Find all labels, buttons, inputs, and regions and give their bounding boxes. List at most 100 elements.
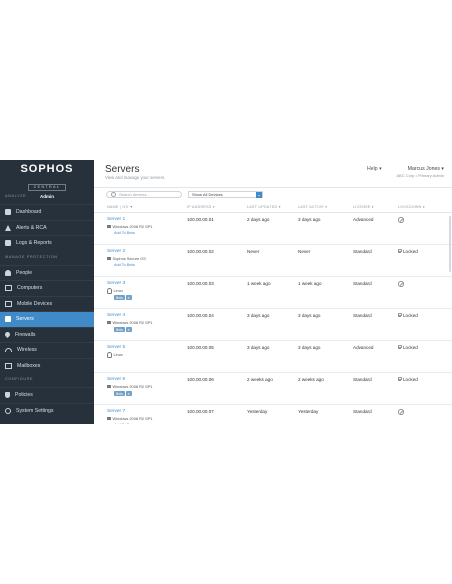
sidebar-item-logs-reports[interactable]: Logs & Reports: [0, 235, 94, 251]
server-os: Linux: [107, 352, 123, 358]
last-active: 2 weeks ago: [298, 377, 324, 382]
ip-address: 100.00.00.03: [187, 281, 214, 286]
scrollbar[interactable]: [449, 216, 451, 272]
beta-tag: Beta ✕: [114, 391, 132, 396]
column-header-license[interactable]: LICENSE ▾: [353, 205, 374, 209]
last-updated: 3 days ago: [247, 345, 270, 350]
chevron-down-icon: [256, 192, 262, 198]
license: Standard: [353, 377, 372, 382]
page-title: Servers: [105, 164, 140, 175]
add-to-beta-link[interactable]: Add To Beta: [114, 263, 135, 267]
close-icon[interactable]: ✕: [125, 295, 132, 300]
server-os: Windows 2008 R2 SP1: [107, 416, 153, 421]
sidebar-item-wireless[interactable]: Wireless: [0, 342, 94, 358]
os-label: Windows 2008 R2 SP1: [112, 224, 153, 229]
sidebar-item-label: Computers: [17, 285, 43, 292]
last-updated: Yesterday: [247, 409, 268, 414]
sidebar-item-label: Wireless: [17, 347, 37, 354]
user-role: ABC Corp • Primary Admin: [396, 173, 444, 178]
not-locked-icon: [398, 217, 404, 223]
sidebar-item-label: Servers: [16, 316, 34, 323]
ip-address: 100.00.00.04: [187, 313, 214, 318]
sidebar-item-servers[interactable]: Servers: [0, 311, 94, 327]
sidebar-item-system-settings[interactable]: System Settings: [0, 402, 94, 419]
server-name-link[interactable]: Server 3: [107, 281, 125, 286]
lockdown-cell: Locked: [398, 345, 418, 350]
lockdown-status: Locked: [403, 249, 418, 254]
sidebar-item-dashboard[interactable]: Dashboard: [0, 204, 94, 220]
sidebar-item-alerts-rca[interactable]: Alerts & RCA: [0, 219, 94, 236]
sidebar-item-label: People: [16, 269, 33, 276]
beta-badge: Beta: [114, 327, 125, 332]
table-row: Server 2 Sophos Secure OS Add To Beta 100.0…: [94, 245, 452, 277]
sidebar-item-mobile-devices[interactable]: Mobile Devices: [0, 295, 94, 312]
server-name-link[interactable]: Server 2: [107, 249, 125, 254]
search-input[interactable]: Search devices...: [106, 191, 182, 198]
table-row: Server 5 Linux 100.00.00.05 3 days ago 3 day…: [94, 341, 452, 373]
page-header: Servers View and manage your servers. He…: [94, 160, 452, 188]
server-os: Windows 2008 R2 SP1: [107, 384, 153, 389]
ip-address: 100.00.00.01: [187, 217, 214, 222]
sidebar-item-label: Mobile Devices: [17, 300, 53, 307]
gear-icon: [5, 407, 11, 414]
last-active: 1 week ago: [298, 281, 322, 286]
os-label: Windows 2008 R2 SP1: [112, 416, 153, 421]
user-menu[interactable]: Marcus Jones ▾: [408, 166, 444, 172]
lockdown-cell: [398, 409, 404, 415]
server-name-link[interactable]: Server 7: [107, 409, 125, 414]
close-icon[interactable]: ✕: [125, 327, 132, 332]
server-name-link[interactable]: Server 6: [107, 377, 125, 382]
last-updated: 3 days ago: [247, 313, 270, 318]
windows-icon: [107, 320, 111, 325]
license: Standard: [353, 281, 372, 286]
sidebar-item-label: Mailboxes: [17, 362, 41, 369]
sidebar-item-computers[interactable]: Computers: [0, 280, 94, 296]
server-name-link[interactable]: Server 5: [107, 345, 125, 350]
column-header-ip[interactable]: IP ADDRESS ▾: [187, 205, 215, 209]
logs-icon: [5, 240, 11, 247]
windows-icon: [107, 416, 111, 421]
table-row: Server 7 Windows 2008 R2 SP1 Add To Beta 10…: [94, 405, 452, 424]
sidebar-item-label: Alerts & RCA: [16, 224, 47, 231]
server-os: Windows 2008 R2 SP1: [107, 320, 153, 325]
lockdown-cell: Locked: [398, 377, 418, 382]
last-active: 3 days ago: [298, 313, 321, 318]
help-menu[interactable]: Help ▾: [367, 166, 382, 172]
column-header-last-active[interactable]: LAST ACTIVE ▾: [298, 205, 327, 209]
last-active: Never: [298, 249, 311, 254]
sidebar-item-firewalls[interactable]: Firewalls: [0, 326, 94, 343]
dashboard-icon: [5, 209, 11, 216]
mailbox-icon: [5, 363, 12, 369]
servers-table-body: Server 1 Windows 2008 R2 SP1 Add To Beta 10…: [94, 213, 452, 424]
device-filter-select[interactable]: Show All Devices: [188, 191, 263, 198]
search-placeholder: Search devices...: [119, 192, 150, 197]
ip-address: 100.00.00.07: [187, 409, 214, 414]
linux-icon: [107, 352, 112, 358]
sidebar-item-people[interactable]: People: [0, 264, 94, 281]
server-name-link[interactable]: Server 4: [107, 313, 125, 318]
table-row: Server 4 Windows 2008 R2 SP1 Beta ✕ 100.00.0…: [94, 309, 452, 341]
sidebar: SOPHOS CENTRAL Admin ANALYZE Dashboard Ale…: [0, 160, 94, 424]
mobile-icon: [5, 300, 12, 307]
column-header-name[interactable]: NAME | OS ▼: [107, 205, 133, 209]
server-os: Sophos Secure OS: [107, 256, 146, 261]
logo-product: CENTRAL: [27, 184, 67, 191]
table-row: Server 1 Windows 2008 R2 SP1 Add To Beta 10…: [94, 213, 452, 245]
sidebar-item-policies[interactable]: Policies: [0, 387, 94, 403]
shield-icon: [5, 392, 10, 399]
sidebar-item-label: Logs & Reports: [16, 240, 52, 247]
table-row: Server 3 Linux Beta ✕ 100.00.00.03 1 week ago…: [94, 277, 452, 309]
table-header: NAME | OS ▼ IP ADDRESS ▾ LAST UPDATED ▾ …: [94, 202, 452, 213]
add-to-beta-link[interactable]: Add To Beta: [114, 231, 135, 235]
close-icon[interactable]: ✕: [125, 391, 132, 396]
add-to-beta-link[interactable]: Add To Beta: [114, 423, 135, 424]
column-header-lockdown[interactable]: LOCKDOWN ▾: [398, 205, 425, 209]
column-header-last-updated[interactable]: LAST UPDATED ▾: [247, 205, 281, 209]
beta-tag: Beta ✕: [114, 295, 132, 300]
logo: SOPHOS CENTRAL Admin: [0, 160, 94, 199]
server-name-link[interactable]: Server 1: [107, 217, 125, 222]
sidebar-item-mailboxes[interactable]: Mailboxes: [0, 357, 94, 374]
linux-icon: [107, 288, 112, 294]
sidebar-item-label: Firewalls: [15, 331, 36, 338]
server-os: Linux: [107, 288, 123, 294]
